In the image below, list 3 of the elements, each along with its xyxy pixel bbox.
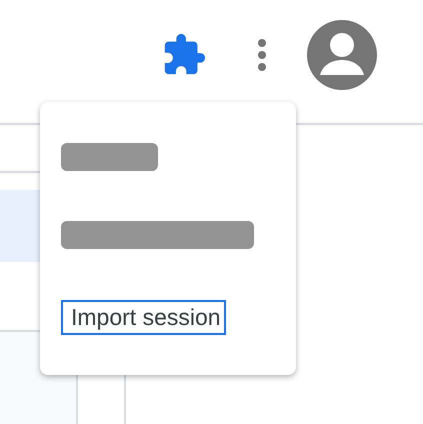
menu-item[interactable]: Import session (61, 300, 226, 335)
more-icon[interactable] (257, 38, 267, 72)
avatar-icon[interactable] (307, 20, 377, 90)
